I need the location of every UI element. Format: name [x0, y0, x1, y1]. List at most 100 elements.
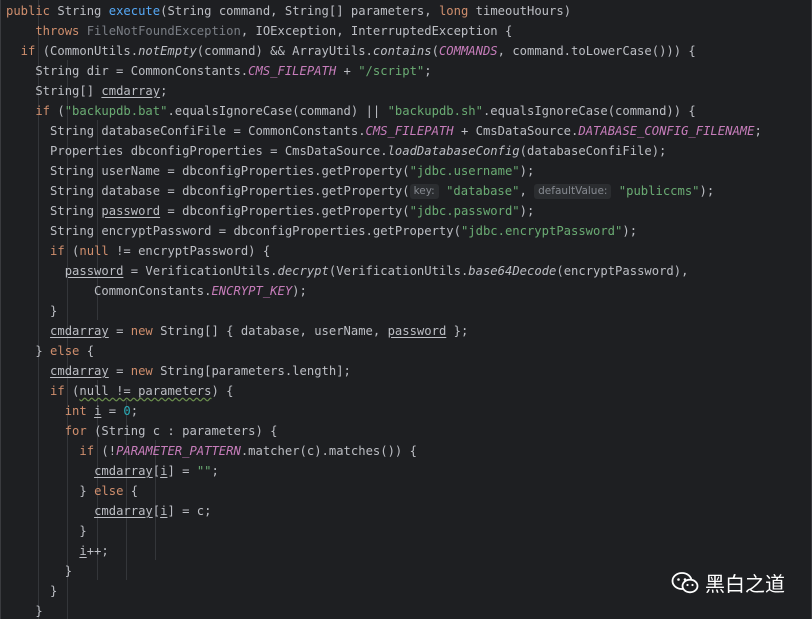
code-line[interactable]: String password = dbconfigProperties.get…: [6, 201, 762, 221]
code-token: =: [101, 404, 124, 418]
code-token: base64Decode: [468, 264, 557, 278]
code-line[interactable]: String database = dbconfigProperties.get…: [6, 181, 762, 201]
code-token: long: [438, 4, 476, 18]
code-token: (CommonUtils.: [42, 44, 139, 58]
code-line[interactable]: String dir = CommonConstants.CMS_FILEPAT…: [6, 61, 762, 81]
code-token: [: [152, 464, 161, 478]
code-line[interactable]: for (String c : parameters) {: [6, 421, 762, 441]
code-line[interactable]: }: [6, 601, 762, 619]
code-token: .equalsIgnoreCase(command)) {: [482, 104, 696, 118]
code-line[interactable]: }: [6, 521, 762, 541]
code-token: }: [6, 484, 95, 498]
code-line[interactable]: } else {: [6, 341, 762, 361]
code-token: cmdarray: [101, 84, 161, 98]
code-line[interactable]: String encryptPassword = dbconfigPropert…: [6, 221, 762, 241]
code-token: );: [292, 284, 307, 298]
code-token: );: [519, 204, 535, 218]
code-editor[interactable]: public String execute(String command, St…: [0, 0, 812, 619]
code-token: (!: [101, 444, 117, 458]
code-token: ;: [424, 64, 432, 78]
code-token: }: [6, 524, 87, 538]
code-token: .equalsIgnoreCase(command) ||: [167, 104, 388, 118]
code-token: if: [6, 384, 73, 398]
code-token: "jdbc.encryptPassword": [460, 224, 623, 238]
code-line[interactable]: i++;: [6, 541, 762, 561]
code-token: new: [130, 364, 161, 378]
code-token: "database": [446, 184, 520, 198]
code-line[interactable]: if (null != parameters) {: [6, 381, 762, 401]
code-token: ;: [160, 84, 168, 98]
code-token: =: [108, 364, 131, 378]
code-token: for: [6, 424, 95, 438]
code-token: null: [79, 244, 117, 258]
code-token: (encryptPassword),: [556, 264, 689, 278]
code-token: (VerificationUtils.: [328, 264, 469, 278]
code-line[interactable]: cmdarray[i] = "";: [6, 461, 762, 481]
code-line[interactable]: cmdarray[i] = c;: [6, 501, 762, 521]
code-line[interactable]: String userName = dbconfigProperties.get…: [6, 161, 762, 181]
code-token: Properties dbconfigProperties = CmsDataS…: [6, 144, 388, 158]
code-token: +: [336, 64, 359, 78]
code-token: "jdbc.username": [409, 164, 520, 178]
code-token: public: [6, 4, 58, 18]
code-token: (String command, String[] parameters,: [160, 4, 439, 18]
code-line[interactable]: throws FileNotFoundException, IOExceptio…: [6, 21, 762, 41]
code-token: String[] { database, userName,: [160, 324, 388, 338]
code-line[interactable]: }: [6, 561, 762, 581]
code-token: FileNotFoundException: [86, 24, 241, 38]
code-token: ENCRYPT_KEY: [211, 284, 293, 298]
code-line[interactable]: }: [6, 301, 762, 321]
code-line[interactable]: Properties dbconfigProperties = CmsDataS…: [6, 141, 762, 161]
code-token: "publiccms": [618, 184, 700, 198]
code-token: if: [6, 444, 102, 458]
code-token: (command) && ArrayUtils.: [196, 44, 373, 58]
code-token: ++;: [86, 544, 109, 558]
code-line[interactable]: } else {: [6, 481, 762, 501]
code-line[interactable]: String databaseConfiFile = CommonConstan…: [6, 121, 762, 141]
code-token: ;: [754, 124, 762, 138]
code-token: (: [57, 104, 65, 118]
code-token: String: [57, 4, 109, 18]
code-line[interactable]: public String execute(String command, St…: [6, 1, 762, 21]
code-token: }: [6, 344, 51, 358]
code-token: [: [152, 504, 161, 518]
code-line[interactable]: int i = 0;: [6, 401, 762, 421]
code-lines[interactable]: public String execute(String command, St…: [6, 1, 762, 619]
code-token: new: [130, 324, 161, 338]
code-token: password: [101, 204, 161, 218]
code-line[interactable]: if (CommonUtils.notEmpty(command) && Arr…: [6, 41, 762, 61]
code-token: execute: [108, 4, 161, 18]
code-line[interactable]: if (null != encryptPassword) {: [6, 241, 762, 261]
code-token: , IOException, InterruptedException {: [240, 24, 513, 38]
code-token: else: [94, 484, 131, 498]
code-token: i: [79, 544, 87, 558]
code-line[interactable]: cmdarray = new String[] { database, user…: [6, 321, 762, 341]
code-token: if: [6, 104, 58, 118]
code-line[interactable]: if ("backupdb.bat".equalsIgnoreCase(comm…: [6, 101, 762, 121]
code-token: decrypt: [277, 264, 329, 278]
code-line[interactable]: CommonConstants.ENCRYPT_KEY);: [6, 281, 762, 301]
code-token: 0: [123, 404, 131, 418]
code-token: .matcher(c).matches()) {: [240, 444, 417, 458]
code-token: , command.toLowerCase())) {: [497, 44, 696, 58]
code-token: String: [6, 204, 102, 218]
code-token: != encryptPassword) {: [116, 244, 271, 258]
code-line[interactable]: password = VerificationUtils.decrypt(Ver…: [6, 261, 762, 281]
code-token: cmdarray: [94, 504, 153, 518]
code-token: int: [6, 404, 95, 418]
code-token: notEmpty: [138, 44, 197, 58]
code-line[interactable]: if (!PARAMETER_PATTERN.matcher(c).matche…: [6, 441, 762, 461]
code-token: );: [699, 184, 715, 198]
code-token: }: [6, 304, 58, 318]
code-token: = VerificationUtils.: [123, 264, 278, 278]
code-token: password: [387, 324, 447, 338]
code-token: String[]: [6, 84, 102, 98]
code-token: );: [622, 224, 638, 238]
code-line[interactable]: String[] cmdarray;: [6, 81, 762, 101]
watermark: 黑白之道: [671, 568, 785, 597]
code-token: ;: [211, 464, 219, 478]
code-line[interactable]: }: [6, 581, 762, 601]
code-line[interactable]: cmdarray = new String[parameters.length]…: [6, 361, 762, 381]
